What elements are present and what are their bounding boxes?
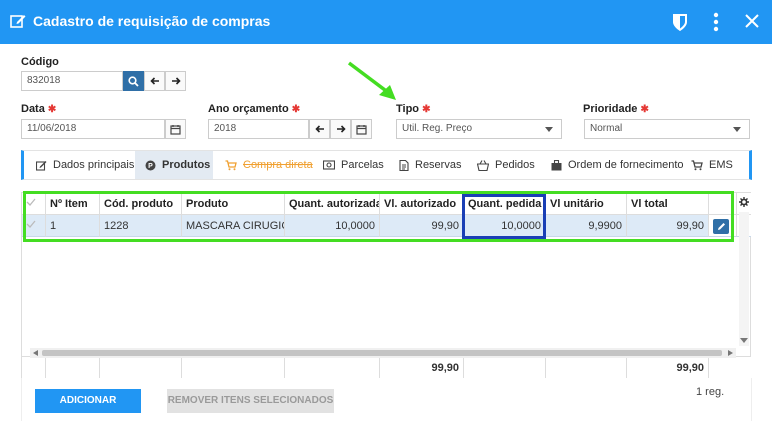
footer-cell [182,356,285,378]
remove-selected-button[interactable]: REMOVER ITENS SELECIONADOS [167,389,334,413]
search-button[interactable] [123,71,144,91]
codigo-label: Código [21,56,59,68]
cell-quant-autorizada: 10,0000 [285,215,380,237]
arrow-right-icon [336,125,346,133]
previous-button[interactable] [144,71,165,91]
cell-vl-unitario: 9,9900 [546,215,627,237]
pencil-icon [717,223,725,230]
tab-produtos[interactable]: P Produtos [135,151,213,179]
add-button[interactable]: ADICIONAR [35,389,141,413]
tab-compra-direta[interactable]: Compra direta [225,151,313,179]
col-header-quant-autorizada[interactable]: Quant. autorizada [285,193,380,215]
arrow-right-icon [171,77,181,85]
search-icon [128,75,139,87]
tab-parcelas[interactable]: Parcelas [323,151,384,179]
chevron-down-icon [545,127,553,132]
scroll-right-icon [728,350,733,356]
cart-icon [225,159,237,170]
chevron-down-icon [733,127,741,132]
calendar-icon [170,124,181,135]
cell-quant-pedida[interactable]: 10,0000 [464,215,546,237]
ano-label: Ano orçamento ✱ [208,103,301,115]
ano-calendar-button[interactable] [351,119,372,139]
close-icon[interactable] [744,13,760,29]
title-bar: Cadastro de requisição de compras [0,0,772,44]
more-options-icon[interactable] [710,12,722,32]
briefcase-icon [551,159,562,170]
cell-item: 1 [46,215,100,237]
next-button[interactable] [165,71,186,91]
shield-icon[interactable] [671,12,689,32]
col-header-quant-pedida[interactable]: Quant. pedida [464,193,546,215]
arrow-left-icon [149,77,159,85]
col-header-actions [709,193,737,215]
cell-vl-autorizado: 99,90 [380,215,464,237]
footer-cell [46,356,100,378]
date-picker-button[interactable] [165,119,186,139]
total-vl-total: 99,90 [627,356,709,378]
tab-bar: Dados principais P Produtos Compra diret… [21,150,752,180]
tab-reservas[interactable]: Reservas [399,151,461,179]
cell-produto: MASCARA CIRUGICA [182,215,285,237]
check-icon [26,220,36,228]
money-icon [323,160,335,170]
tab-dados-principais[interactable]: Dados principais [36,151,134,179]
window-title: Cadastro de requisição de compras [33,13,271,29]
prioridade-label: Prioridade ✱ [583,103,649,115]
row-checkbox[interactable] [22,215,46,237]
scroll-thumb[interactable] [42,350,722,356]
tab-ems[interactable]: EMS [691,151,733,179]
arrow-left-icon [314,125,324,133]
data-field[interactable]: 11/06/2018 [21,119,165,139]
cell-vl-total: 99,90 [627,215,709,237]
tab-ordem-fornecimento[interactable]: Ordem de fornecimento [551,151,684,179]
ano-previous-button[interactable] [309,119,330,139]
col-header-vl-unitario[interactable]: Vl unitário [546,193,627,215]
prioridade-select[interactable]: Normal [584,119,750,139]
ano-next-button[interactable] [330,119,351,139]
cell-cod-produto: 1228 [100,215,182,237]
scroll-down-icon [740,338,748,343]
total-vl-autorizado: 99,90 [380,356,464,378]
tab-pedidos[interactable]: Pedidos [477,151,535,179]
edit-icon [36,160,47,171]
col-header-vl-autorizado[interactable]: Vl. autorizado [380,193,464,215]
cart-icon [691,159,703,170]
col-header-cod-produto[interactable]: Cód. produto [100,193,182,215]
select-all-checkbox[interactable] [22,193,46,215]
annotation-arrow-icon [347,61,396,100]
footer-cell [464,356,546,378]
basket-icon [477,159,489,171]
scroll-left-icon [33,350,38,356]
col-header-item[interactable]: Nº Item [46,193,100,215]
record-count: 1 reg. [696,386,725,398]
tipo-label: Tipo ✱ [396,103,431,115]
horizontal-scrollbar[interactable] [30,348,736,358]
check-icon [26,198,36,206]
footer-cell [285,356,380,378]
cell-actions [709,215,737,237]
ano-field[interactable]: 2018 [208,119,309,139]
document-icon [399,159,409,171]
col-header-produto[interactable]: Produto [182,193,285,215]
vertical-scrollbar[interactable] [739,212,749,346]
svg-text:P: P [148,163,153,170]
edit-icon [10,15,26,28]
footer-cell [100,356,182,378]
footer-cell [709,356,751,378]
data-label: Data ✱ [21,103,57,115]
tipo-select[interactable]: Util. Reg. Preço [396,119,562,139]
codigo-field[interactable]: 832018 [21,71,123,91]
footer-cell [22,356,46,378]
col-header-vl-total[interactable]: Vl total [627,193,709,215]
product-icon: P [145,160,156,170]
edit-row-button[interactable] [713,219,729,234]
calendar-icon [356,124,367,135]
footer-cell [546,356,627,378]
gear-icon [739,197,749,207]
